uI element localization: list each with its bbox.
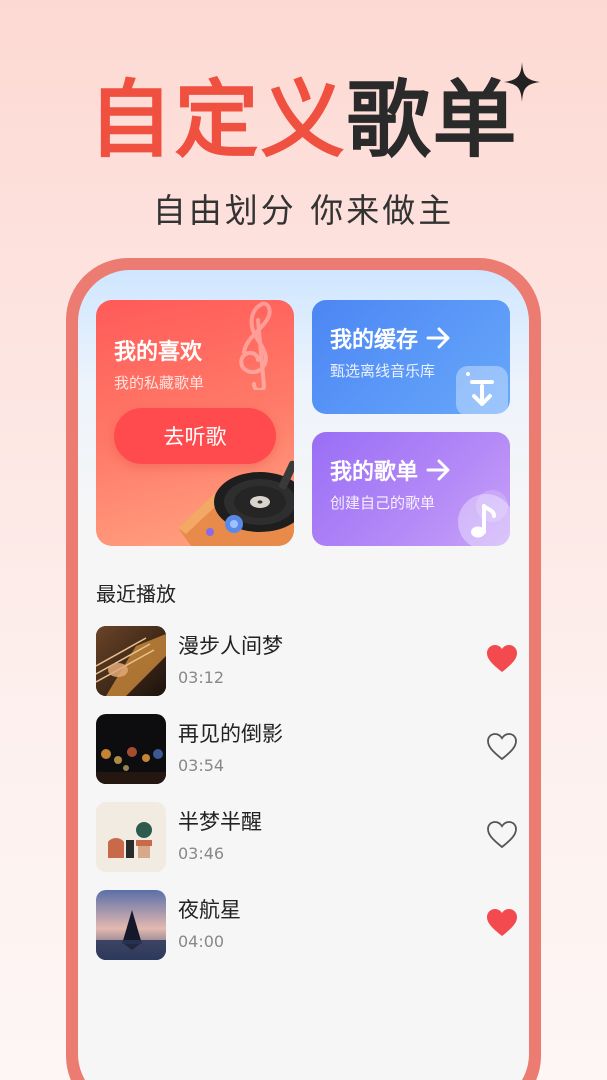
arrow-right-icon [426, 459, 450, 481]
album-cover [96, 802, 166, 872]
song-row[interactable]: 再见的倒影 03:54 [96, 714, 518, 786]
playlists-subtitle: 创建自己的歌单 [330, 494, 436, 512]
song-row[interactable]: 半梦半醒 03:46 [96, 802, 518, 874]
song-duration: 03:12 [178, 668, 225, 687]
song-title: 夜航星 [178, 898, 241, 922]
favorites-card[interactable]: 我的喜欢 我的私藏歌单 去听歌 [96, 300, 294, 546]
cache-subtitle: 甄选离线音乐库 [330, 362, 436, 380]
favorites-title: 我的喜欢 [114, 340, 203, 365]
download-icon [456, 366, 508, 414]
cache-title: 我的缓存 [330, 328, 419, 353]
cache-title-row: 我的缓存 [330, 322, 452, 354]
hero-title-red: 自定义 [88, 71, 347, 169]
album-cover [96, 626, 166, 696]
heart-outline-icon[interactable] [486, 732, 518, 762]
treble-clef-icon [239, 301, 272, 390]
song-row[interactable]: 漫步人间梦 03:12 [96, 626, 518, 698]
arrow-right-icon [426, 327, 450, 349]
playlists-card[interactable]: 我的歌单 创建自己的歌单 [312, 432, 510, 546]
song-duration: 03:54 [178, 756, 225, 775]
heart-outline-icon[interactable] [486, 820, 518, 850]
heart-filled-icon[interactable] [486, 908, 518, 938]
cache-card[interactable]: 我的缓存 甄选离线音乐库 [312, 300, 510, 414]
hero-subtitle: 自由划分 你来做主 [152, 191, 455, 230]
playlists-title: 我的歌单 [330, 460, 419, 485]
phone-screen: 我的喜欢 我的私藏歌单 去听歌 我的缓存 甄选离线音乐库 我的歌单 创建自己的歌… [78, 270, 529, 1080]
song-row[interactable]: 夜航星 04:00 [96, 890, 518, 962]
song-duration: 03:46 [178, 844, 225, 863]
song-title: 半梦半醒 [178, 810, 262, 834]
music-note-icon [458, 490, 510, 546]
favorites-subtitle: 我的私藏歌单 [114, 374, 205, 392]
song-duration: 04:00 [178, 932, 225, 951]
recent-section-title: 最近播放 [96, 582, 176, 606]
turntable-illustration [178, 460, 294, 546]
playlists-title-row: 我的歌单 [330, 454, 452, 486]
song-title: 再见的倒影 [178, 722, 283, 746]
album-cover [96, 714, 166, 784]
heart-filled-icon[interactable] [486, 644, 518, 674]
sparkle-icon [504, 62, 540, 102]
phone-frame: 我的喜欢 我的私藏歌单 去听歌 我的缓存 甄选离线音乐库 我的歌单 创建自己的歌… [66, 258, 541, 1080]
album-cover [96, 890, 166, 960]
hero-title-dark: 歌单 [346, 71, 519, 169]
song-title: 漫步人间梦 [178, 634, 283, 658]
